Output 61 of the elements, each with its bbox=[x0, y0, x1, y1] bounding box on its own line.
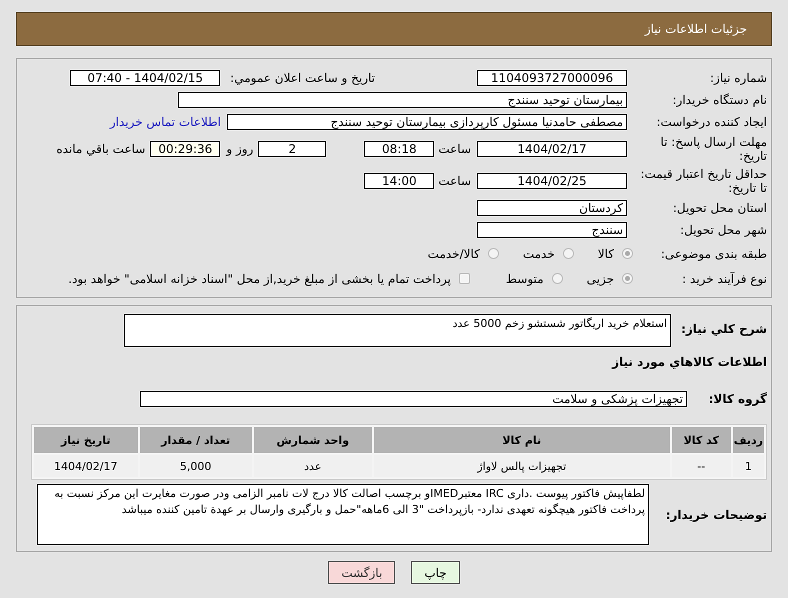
deadline-date-field: 1404/02/17 bbox=[477, 141, 627, 157]
radio-button[interactable] bbox=[622, 273, 633, 284]
creator-field: مصطفی حامدنیا مسئول کارپردازی بیمارستان توحید سنندج bbox=[227, 114, 627, 130]
checkbox[interactable] bbox=[458, 273, 470, 284]
radio-label: متوسط bbox=[506, 272, 544, 286]
description-textarea[interactable]: استعلام خرید اریگاتور شستشو زخم 5000 عدد bbox=[124, 314, 671, 347]
column-header: ردیف bbox=[732, 427, 764, 453]
radio-button[interactable] bbox=[562, 248, 574, 259]
city-field: سنندج bbox=[477, 222, 627, 238]
table-cell: 1404/02/17 bbox=[34, 455, 138, 477]
field-label: شماره نیاز: bbox=[709, 71, 767, 85]
radio-label: کالا bbox=[598, 246, 614, 260]
validity-date-field: 1404/02/25 bbox=[477, 173, 627, 189]
field-label: تاریخ و ساعت اعلان عمومي: bbox=[230, 71, 375, 85]
print-button[interactable]: چاپ bbox=[411, 561, 460, 584]
remaining-time-field: 00:29:36 bbox=[150, 141, 220, 157]
field-label: مهلت ارسال پاسخ: تا تاریخ: bbox=[659, 135, 767, 163]
header-title: جزئیات اطلاعات نیاز bbox=[644, 22, 747, 36]
buyer-notes-textarea[interactable]: لطفاپیش فاکتور پیوست .داری IRC معتبرIMEDو برچسب اصالت کالا درج لات نامبر الزامی ودر صورت مغایرت این مرکز نسبت به پرداخت فاکتور هیچگونه تعهدی ندارد- بازپرداخت "3 الی 6ماهه"حمل و بارگیری وارسال بر عهدة تامین کننده میباشد bbox=[37, 484, 649, 545]
field-label: گروه کالا: bbox=[708, 392, 767, 406]
column-header: نام کالا bbox=[374, 427, 670, 453]
column-header: تاریخ نیاز bbox=[34, 427, 138, 453]
field-label: ایجاد کننده درخواست: bbox=[655, 115, 767, 129]
validity-time-field: 14:00 bbox=[364, 173, 434, 189]
field-label: شهر محل تحویل: bbox=[679, 223, 767, 237]
radio-button[interactable] bbox=[488, 248, 499, 259]
buyer-contact-link[interactable]: اطلاعات تماس خریدار bbox=[110, 115, 221, 129]
radio-label: کالا/خدمت bbox=[428, 246, 480, 260]
table-cell: عدد bbox=[254, 455, 372, 477]
province-field: کردستان bbox=[477, 200, 627, 216]
section-heading: اطلاعات کالاهاي مورد نیاز bbox=[610, 355, 767, 369]
field-label: شرح کلي نیاز: bbox=[680, 322, 767, 336]
radio-button[interactable] bbox=[622, 248, 633, 259]
table-cell: تجهیزات پالس لاواژ bbox=[374, 455, 670, 477]
field-label: نام دستگاه خریدار: bbox=[672, 93, 767, 107]
table-cell: 5,000 bbox=[140, 455, 252, 477]
column-header: کد کالا bbox=[672, 427, 731, 453]
back-button[interactable]: بازگشت bbox=[328, 561, 396, 584]
checkbox-label: پرداخت تمام یا بخشی از مبلغ خرید,از محل "اسناد خزانه اسلامی" خواهد بود. bbox=[68, 272, 451, 286]
field-label: نوع فرآیند خرید : bbox=[681, 272, 767, 286]
time-label: ساعت bbox=[438, 174, 471, 188]
need-number-field: 1104093727000096 bbox=[477, 70, 627, 86]
column-header: واحد شمارش bbox=[254, 427, 372, 453]
announce-date-field: 1404/02/15 - 07:40 bbox=[70, 70, 220, 86]
radio-label: جزیی bbox=[586, 272, 614, 286]
field-label: طبقه بندی موضوعی: bbox=[660, 246, 767, 260]
radio-label: خدمت bbox=[522, 246, 555, 260]
days-label: روز و bbox=[226, 142, 254, 156]
field-label: توضیحات خریدار: bbox=[664, 508, 767, 522]
remaining-label: ساعت باقي مانده bbox=[56, 142, 146, 156]
column-header: تعداد / مقدار bbox=[140, 427, 252, 453]
buyer-org-field: بیمارستان توحید سنندج bbox=[178, 92, 627, 108]
field-label: استان محل تحویل: bbox=[672, 201, 767, 215]
days-field: 2 bbox=[258, 141, 326, 157]
field-label: حداقل تاریخ اعتبار قیمت: تا تاریخ: bbox=[639, 167, 767, 195]
table-cell: -- bbox=[672, 455, 731, 477]
time-label: ساعت bbox=[438, 142, 471, 156]
goods-group-field: تجهیزات پزشکی و سلامت bbox=[140, 391, 687, 407]
table-cell: 1 bbox=[732, 455, 764, 477]
deadline-time-field: 08:18 bbox=[364, 141, 434, 157]
radio-button[interactable] bbox=[552, 273, 563, 284]
